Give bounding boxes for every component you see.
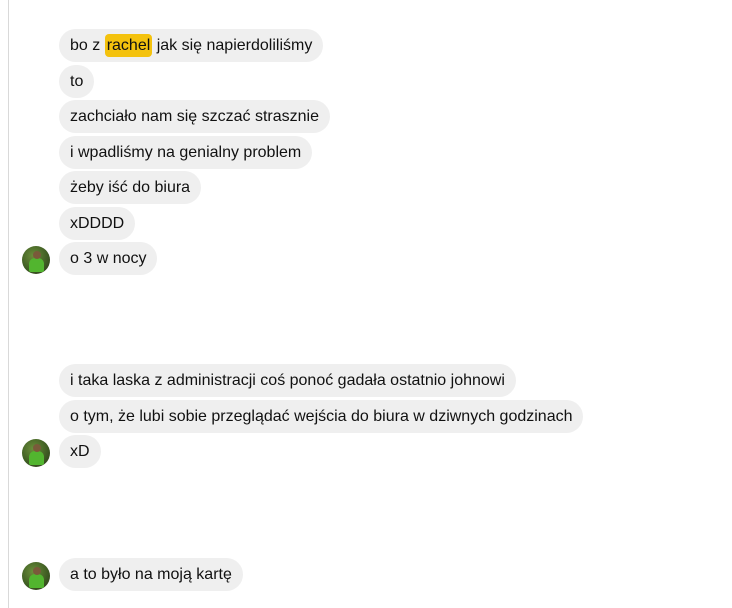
message-bubble[interactable]: żeby iść do biura — [59, 171, 202, 204]
message-text: xD — [70, 443, 90, 460]
message-bubble[interactable]: zachciało nam się szczać strasznie — [59, 100, 330, 133]
avatar-shirt — [29, 258, 44, 272]
message-text: i wpadliśmy na genialny problem — [70, 144, 302, 161]
message-text: xDDDD — [70, 215, 125, 232]
avatar-head — [33, 567, 41, 575]
message-bubble[interactable]: bo z rachel jak się napierdoliliśmy — [59, 29, 324, 62]
message-text: o tym, że lubi sobie przeglądać wejścia … — [70, 408, 573, 425]
user-avatar-icon[interactable] — [22, 246, 50, 274]
user-avatar-icon[interactable] — [22, 562, 50, 590]
avatar-head — [33, 251, 41, 259]
message-bubble[interactable]: xD — [59, 435, 101, 468]
avatar-shirt — [29, 451, 44, 465]
message-bubble[interactable]: i wpadliśmy na genialny problem — [59, 136, 313, 169]
message-text: bo z — [70, 37, 105, 54]
message-text: zachciało nam się szczać strasznie — [70, 108, 319, 125]
message-bubble[interactable]: xDDDD — [59, 207, 136, 240]
message-bubble[interactable]: a to było na moją kartę — [59, 558, 243, 591]
message-bubble[interactable]: to — [59, 65, 95, 98]
message-text: to — [70, 73, 84, 90]
message-text: a to było na moją kartę — [70, 566, 232, 583]
message-text: żeby iść do biura — [70, 179, 191, 196]
message-text: jak się napierdoliliśmy — [152, 37, 313, 54]
conversation-divider — [8, 0, 9, 608]
message-text: o 3 w nocy — [70, 250, 147, 267]
avatar-head — [33, 444, 41, 452]
message-text: i taka laska z administracji coś ponoć g… — [70, 372, 505, 389]
user-avatar-icon[interactable] — [22, 439, 50, 467]
search-highlight: rachel — [104, 34, 153, 57]
message-bubble[interactable]: i taka laska z administracji coś ponoć g… — [59, 364, 516, 397]
message-bubble[interactable]: o 3 w nocy — [59, 242, 158, 275]
message-bubble[interactable]: o tym, że lubi sobie przeglądać wejścia … — [59, 400, 584, 433]
avatar-shirt — [29, 574, 44, 588]
